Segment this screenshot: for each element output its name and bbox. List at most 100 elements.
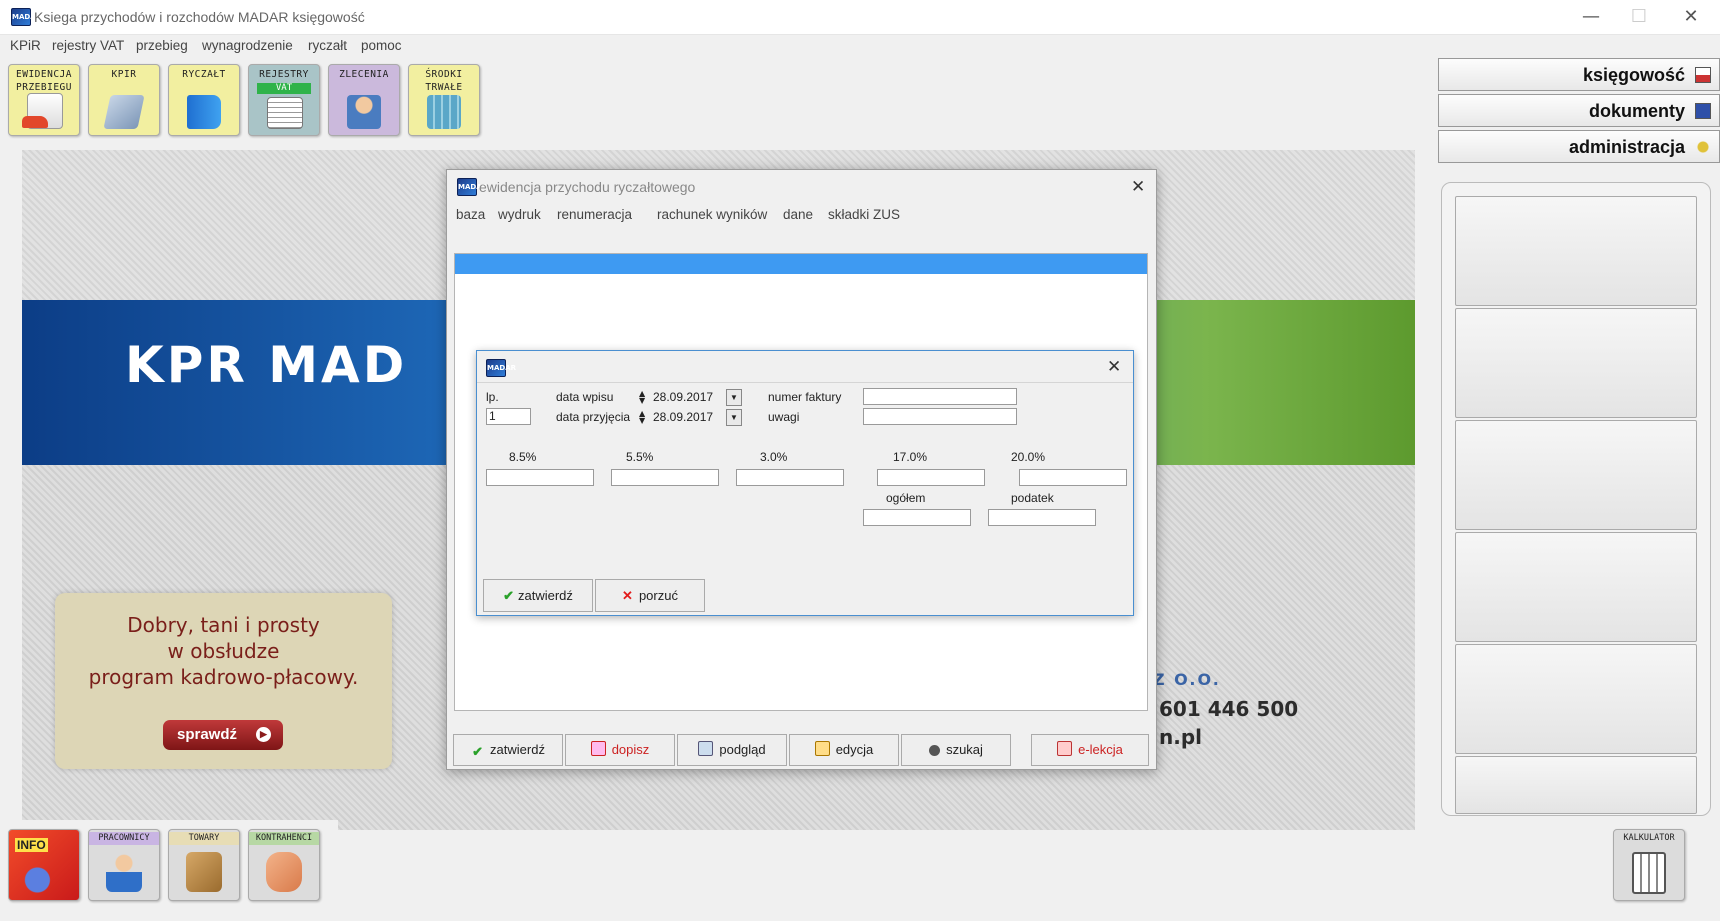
edit-icon: [814, 741, 830, 756]
tile-kalkulator[interactable]: KALKULATOR: [1613, 829, 1685, 901]
tile-towary[interactable]: TOWARY: [168, 829, 240, 901]
total-field[interactable]: [863, 509, 971, 526]
lp-label: lp.: [486, 390, 499, 404]
promo-check-button[interactable]: sprawdź ▶: [163, 720, 283, 750]
tile-pracownicy[interactable]: PRACOWNICY: [88, 829, 160, 901]
tile-label: INFO: [15, 838, 48, 852]
receipt-date-value[interactable]: 28.09.2017: [653, 410, 713, 424]
tile-label: KALKULATOR: [1623, 833, 1675, 843]
side-panel-slot[interactable]: [1455, 756, 1697, 814]
tile-kpir[interactable]: KPIR: [88, 64, 160, 136]
button-label: szukaj: [946, 742, 983, 757]
promo-box: Dobry, tani i prosty w obsłudze program …: [55, 593, 392, 769]
lp-field[interactable]: 1: [486, 408, 531, 425]
nav-label: księgowość: [1582, 65, 1685, 85]
rate-20-0-field[interactable]: [1019, 469, 1127, 486]
register-icon: [267, 97, 303, 129]
tile-sublabel: VAT: [257, 83, 311, 94]
company-suffix: Z O.O.: [1153, 670, 1221, 689]
entry-confirm-button[interactable]: ✔ zatwierdź: [483, 579, 593, 612]
rate-5-5-label: 5.5%: [626, 450, 654, 464]
invoice-number-label: numer faktury: [768, 390, 842, 404]
close-button[interactable]: ✕: [1665, 0, 1717, 34]
receipt-date-dropdown-icon[interactable]: ▼: [726, 409, 742, 426]
tax-field[interactable]: [988, 509, 1096, 526]
dialog-app-icon: MADAR: [457, 178, 487, 196]
book-icon: [103, 95, 145, 129]
tile-label: REJESTRY: [259, 69, 309, 80]
entry-date-spinner-icon[interactable]: ▲ ▼: [639, 390, 645, 405]
dialog-menu-dane[interactable]: dane: [783, 207, 813, 222]
rate-17-0-field[interactable]: [877, 469, 985, 486]
menu-ryczalt[interactable]: ryczałt: [308, 38, 347, 53]
company-phone: 601 446 500: [1159, 697, 1299, 721]
tile-ewidencja-przebiegu[interactable]: EWIDENCJA PRZEBIEGU: [8, 64, 80, 136]
rate-5-5-field[interactable]: [611, 469, 719, 486]
nav-dokumenty-button[interactable]: dokumenty: [1438, 94, 1720, 127]
search-button[interactable]: szukaj: [901, 734, 1011, 766]
selected-row[interactable]: [455, 254, 1147, 274]
dialog-menu-rachunek-wynikow[interactable]: rachunek wyników: [657, 207, 767, 222]
tile-label: TOWARY: [169, 832, 239, 845]
preview-icon: [698, 741, 714, 756]
menu-kpir[interactable]: KPiR: [10, 38, 41, 53]
total-label: ogółem: [886, 491, 926, 505]
play-icon: ▶: [256, 727, 271, 742]
dialog-menu-renumeracja[interactable]: renumeracja: [557, 207, 632, 222]
tile-rejestry-vat[interactable]: REJESTRY VAT: [248, 64, 320, 136]
receipt-date-label: data przyjęcia: [556, 410, 631, 424]
entry-date-dropdown-icon[interactable]: ▼: [726, 389, 742, 406]
tile-zlecenia[interactable]: ZLECENIA: [328, 64, 400, 136]
edit-button[interactable]: edycja: [789, 734, 899, 766]
menu-przebieg[interactable]: przebieg: [136, 38, 188, 53]
dialog-menu-baza[interactable]: baza: [456, 207, 485, 222]
side-panel-slot[interactable]: [1455, 644, 1697, 754]
info-chart-icon: [23, 856, 59, 896]
nav-administracja-button[interactable]: administracja: [1438, 130, 1720, 163]
rate-3-0-field[interactable]: [736, 469, 844, 486]
receipt-date-spinner-icon[interactable]: ▲ ▼: [639, 410, 645, 425]
side-panel-slot[interactable]: [1455, 196, 1697, 306]
menu-rejestry-vat[interactable]: rejestry VAT: [52, 38, 124, 53]
notes-field[interactable]: [863, 408, 1017, 425]
rate-8-5-field[interactable]: [486, 469, 594, 486]
entry-cancel-button[interactable]: ✕ porzuć: [595, 579, 705, 612]
tile-srodki-trwale[interactable]: ŚRODKI TRWAŁE: [408, 64, 480, 136]
cancel-x-icon: ✕: [622, 588, 633, 603]
maximize-button[interactable]: ☐: [1613, 0, 1665, 34]
menu-bar: KPiR rejestry VAT przebieg wynagrodzenie…: [0, 34, 1720, 58]
minimize-button[interactable]: —: [1565, 0, 1617, 34]
invoice-number-field[interactable]: [863, 388, 1017, 405]
company-domain: n.pl: [1159, 725, 1203, 749]
side-panel-slot[interactable]: [1455, 532, 1697, 642]
tile-kontrahenci[interactable]: KONTRAHENCI: [248, 829, 320, 901]
tile-info[interactable]: INFO: [8, 829, 80, 901]
dialog-close-icon[interactable]: ✕: [1107, 357, 1121, 377]
preview-button[interactable]: podgląd: [677, 734, 787, 766]
button-label: zatwierdź: [490, 742, 545, 757]
notes-label: uwagi: [768, 410, 800, 424]
employee-icon: [106, 852, 142, 892]
binoculars-icon: [929, 745, 941, 756]
dialog-menu-skladki-zus[interactable]: składki ZUS: [828, 207, 900, 222]
e-lesson-icon: [1057, 741, 1073, 756]
dialog-menu-wydruk[interactable]: wydruk: [498, 207, 541, 222]
dialog-app-icon: MADAR: [486, 359, 516, 377]
tile-label: KPIR: [111, 69, 137, 80]
menu-pomoc[interactable]: pomoc: [361, 38, 402, 53]
confirm-button[interactable]: ✔ zatwierdź: [453, 734, 563, 766]
tile-ryczalt[interactable]: RYCZAŁT: [168, 64, 240, 136]
rate-3-0-label: 3.0%: [760, 450, 788, 464]
entry-date-value[interactable]: 28.09.2017: [653, 390, 713, 404]
tile-label: EWIDENCJA PRZEBIEGU: [16, 69, 72, 93]
entry-dialog: MADAR ✕ lp. 1 data wpisu ▲ ▼ 28.09.2017 ▼…: [476, 350, 1134, 616]
side-panel-slot[interactable]: [1455, 308, 1697, 418]
menu-wynagrodzenie[interactable]: wynagrodzenie: [202, 38, 293, 53]
side-panel-slot[interactable]: [1455, 420, 1697, 530]
nav-ksiegowosc-button[interactable]: księgowość: [1438, 58, 1720, 91]
add-button[interactable]: dopisz: [565, 734, 675, 766]
add-document-icon: [590, 741, 606, 756]
e-lesson-button[interactable]: e-lekcja: [1031, 734, 1149, 766]
rate-17-0-label: 17.0%: [893, 450, 928, 464]
dialog-close-icon[interactable]: ✕: [1131, 177, 1145, 197]
